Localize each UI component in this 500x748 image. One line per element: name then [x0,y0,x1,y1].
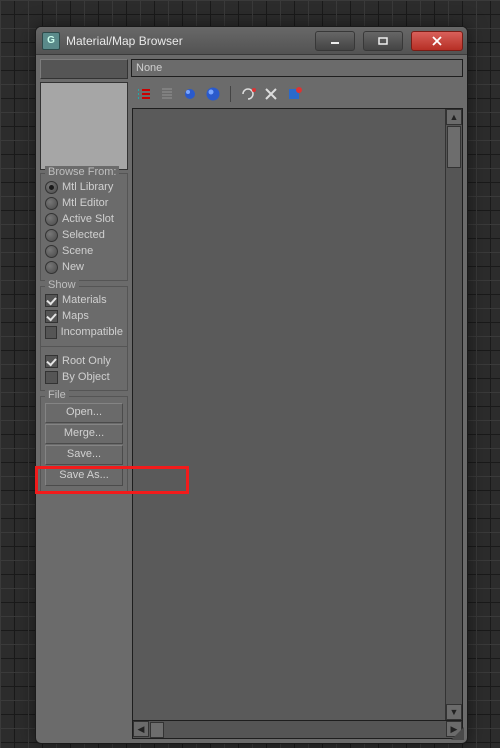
app-icon: G [42,32,60,50]
scroll-thumb[interactable] [447,126,461,168]
radio-new[interactable]: New [45,259,123,275]
delete-button[interactable] [261,84,281,104]
update-scene-button[interactable] [238,84,258,104]
view-list-button[interactable] [134,84,154,104]
view-sphere-small-button[interactable] [180,84,200,104]
material-list[interactable]: ▲ ▼ [132,108,463,721]
checkbox-icon [45,371,58,384]
radio-scene[interactable]: Scene [45,243,123,259]
client-area: None [36,55,467,743]
radio-label: Selected [62,229,105,241]
list-icon [136,86,152,102]
checkbox-icon [45,310,58,323]
check-maps[interactable]: Maps [45,308,123,324]
radio-icon [45,229,58,242]
checkbox-icon [45,326,57,339]
radio-icon [45,261,58,274]
maximize-button[interactable] [363,31,403,51]
radio-mtl-library[interactable]: Mtl Library [45,179,123,195]
check-incompatible[interactable]: Incompatible [45,324,123,340]
checkbox-label: Materials [62,294,107,306]
search-input[interactable] [40,59,128,79]
material-name-field[interactable]: None [131,59,463,77]
clear-icon [286,86,302,102]
browse-from-title: Browse From: [45,166,119,178]
scroll-up-button[interactable]: ▲ [446,109,462,125]
radio-label: Mtl Library [62,181,113,193]
checkbox-label: By Object [62,371,110,383]
clear-button[interactable] [284,84,304,104]
radio-selected[interactable]: Selected [45,227,123,243]
checkbox-label: Maps [62,310,89,322]
radio-icon [45,197,58,210]
preview-swatch[interactable] [40,82,128,170]
close-icon [431,36,443,46]
material-map-browser-window: G Material/Map Browser None [35,26,468,744]
close-button[interactable] [411,31,463,51]
file-group: File Open... Merge... Save... Save As... [40,396,128,493]
checkbox-icon [45,294,58,307]
horizontal-scrollbar[interactable]: ◀ ▶ [132,721,463,739]
file-title: File [45,389,69,401]
merge-button[interactable]: Merge... [45,424,123,444]
options-sidebar: Browse From: Mtl Library Mtl Editor Acti… [40,173,128,498]
radio-label: Active Slot [62,213,114,225]
radio-label: New [62,261,84,273]
checkbox-label: Root Only [62,355,111,367]
minimize-button[interactable] [315,31,355,51]
open-button[interactable]: Open... [45,403,123,423]
scroll-down-button[interactable]: ▼ [446,704,462,720]
delete-icon [263,86,279,102]
toolbar-divider [230,86,231,102]
check-materials[interactable]: Materials [45,292,123,308]
view-sphere-large-button[interactable] [203,84,223,104]
refresh-icon [240,86,256,102]
vertical-scrollbar[interactable]: ▲ ▼ [445,109,462,720]
show-group: Show Materials Maps Incompatible Root On… [40,286,128,391]
radio-mtl-editor[interactable]: Mtl Editor [45,195,123,211]
save-as-button[interactable]: Save As... [45,466,123,486]
view-toolbar [131,82,463,106]
window-title: Material/Map Browser [66,34,307,48]
list-small-icon [159,86,175,102]
resize-grip[interactable] [451,727,464,740]
maximize-icon [378,37,388,45]
radio-active-slot[interactable]: Active Slot [45,211,123,227]
radio-label: Mtl Editor [62,197,108,209]
checkbox-icon [45,355,58,368]
sphere-small-icon [182,86,198,102]
show-title: Show [45,279,79,291]
radio-label: Scene [62,245,93,257]
check-root-only[interactable]: Root Only [45,353,123,369]
save-button[interactable]: Save... [45,445,123,465]
browse-from-group: Browse From: Mtl Library Mtl Editor Acti… [40,173,128,281]
minimize-icon [330,37,340,45]
scroll-thumb[interactable] [150,722,164,738]
view-list-small-button[interactable] [157,84,177,104]
scroll-left-button[interactable]: ◀ [133,721,149,737]
checkbox-label: Incompatible [61,326,123,338]
radio-icon [45,213,58,226]
radio-icon [45,245,58,258]
radio-icon [45,181,58,194]
material-list-area: ▲ ▼ ◀ ▶ [132,108,463,739]
sphere-large-icon [205,86,221,102]
check-by-object[interactable]: By Object [45,369,123,385]
title-bar[interactable]: G Material/Map Browser [36,27,467,55]
